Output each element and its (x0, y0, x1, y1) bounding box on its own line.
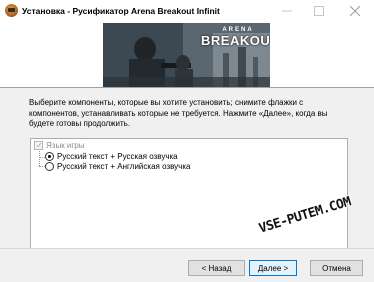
components-page: Выберите компоненты, которые вы хотите у… (0, 88, 374, 258)
option-ru-text-en-voice[interactable]: Русский текст + Английская озвучка (45, 162, 190, 171)
radio-button[interactable] (45, 162, 54, 171)
logo-breakout-text: BREAKOUT (201, 33, 270, 48)
minimize-button[interactable] (272, 0, 302, 22)
game-banner-image: ARENA BREAKOUT (103, 23, 270, 87)
maximize-icon (314, 6, 324, 16)
installer-app-icon (5, 4, 18, 17)
maximize-button[interactable] (304, 0, 334, 22)
title-bar: Установка - Русификатор Arena Breakout I… (0, 0, 374, 23)
option-label: Русский текст + Русская озвучка (57, 152, 178, 161)
component-group-language: ✓ Язык игры (34, 141, 85, 150)
radio-button-selected[interactable] (45, 152, 54, 161)
checkmark-icon: ✓ (36, 141, 43, 150)
wizard-footer: < Назад Далее > Отмена (0, 248, 374, 282)
back-button[interactable]: < Назад (188, 260, 245, 276)
close-button[interactable] (340, 0, 370, 22)
option-label: Русский текст + Английская озвучка (57, 162, 191, 171)
wizard-banner: ARENA BREAKOUT (0, 23, 374, 87)
components-tree[interactable]: ✓ Язык игры Русский текст + Русская озву… (30, 138, 348, 258)
next-button[interactable]: Далее > (249, 260, 297, 276)
close-icon (350, 6, 360, 16)
cancel-button[interactable]: Отмена (310, 260, 363, 276)
group-label: Язык игры (46, 141, 85, 150)
group-checkbox: ✓ (34, 141, 43, 150)
instructions-text: Выберите компоненты, которые вы хотите у… (29, 98, 328, 128)
minimize-icon (282, 10, 292, 12)
option-ru-text-ru-voice[interactable]: Русский текст + Русская озвучка (45, 152, 178, 161)
window-title: Установка - Русификатор Arena Breakout I… (22, 6, 220, 16)
